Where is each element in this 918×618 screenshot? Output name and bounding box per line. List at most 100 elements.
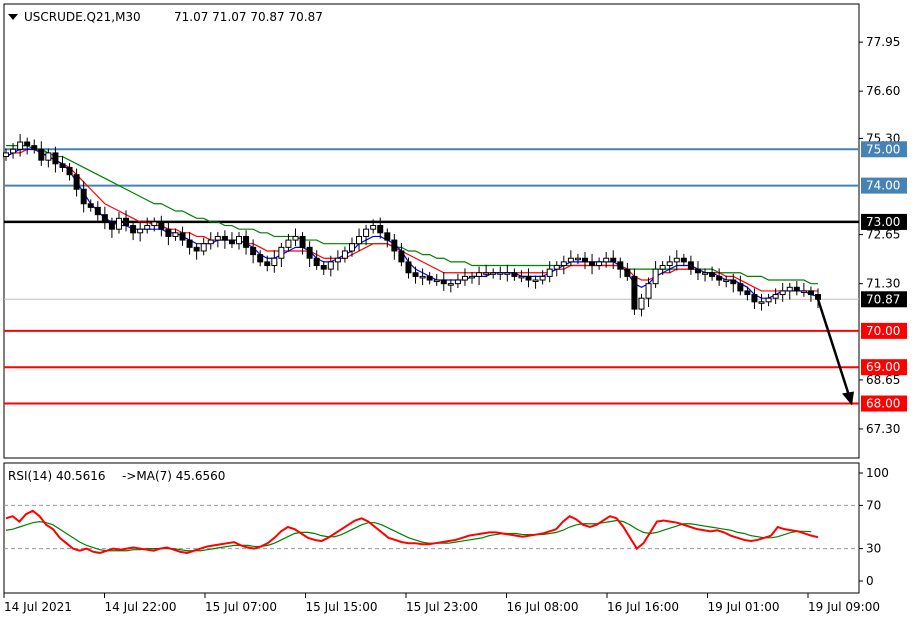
candle-body: [779, 290, 786, 296]
price-tick-label: 76.60: [866, 84, 900, 98]
candle-body: [560, 261, 567, 267]
candle-body: [610, 257, 617, 263]
candle-body: [377, 225, 384, 234]
current-price-text: 70.87: [866, 292, 900, 306]
candle-body: [659, 265, 666, 270]
level-label-text: 70.00: [866, 324, 900, 338]
rsi-tick-label: 30: [866, 542, 881, 556]
time-tick-label: 19 Jul 09:00: [808, 600, 880, 614]
candle-body: [645, 283, 652, 299]
candle-body: [186, 239, 193, 248]
candle-body: [680, 257, 687, 263]
candle-body: [384, 232, 391, 241]
candle-body: [115, 217, 122, 230]
candle-body: [504, 272, 511, 275]
candle-body: [10, 148, 17, 154]
candle-body: [3, 152, 9, 158]
price-axis: 77.9576.6075.3072.6571.3068.6567.30: [859, 35, 900, 436]
candle-body: [539, 275, 546, 281]
candle-body: [172, 232, 179, 237]
candle-body: [101, 214, 108, 223]
candle-body: [52, 152, 59, 165]
candle-body: [59, 163, 66, 168]
candle-body: [419, 275, 426, 279]
candle-body: [807, 290, 814, 296]
candle-body: [264, 261, 271, 267]
candle-body: [137, 228, 144, 234]
candle-body: [179, 232, 186, 241]
candle-body: [73, 174, 80, 190]
candle-body: [80, 188, 87, 205]
candle-body: [151, 221, 158, 227]
rsi-label: RSI(14) 40.5616: [8, 469, 106, 483]
candle-body: [228, 239, 235, 245]
candle-body: [709, 272, 716, 277]
candle-body: [624, 268, 631, 277]
time-tick-label: 19 Jul 01:00: [708, 600, 780, 614]
candle-body: [652, 268, 659, 285]
ohlc-values: 71.07 71.07 70.87 70.87: [174, 10, 323, 24]
rsi-tick-label: 100: [866, 466, 889, 480]
level-label-text: 73.00: [866, 215, 900, 229]
candle-body: [631, 275, 638, 310]
candle-body: [532, 279, 539, 283]
candle-body: [66, 166, 73, 176]
candle-body: [737, 283, 744, 292]
rsi-axis: 100 70 30 0: [859, 466, 889, 588]
symbol-label: USCRUDE.Q21,M30: [24, 10, 141, 24]
candle-body: [327, 261, 334, 270]
candle-body: [772, 294, 779, 299]
time-tick-label: 15 Jul 23:00: [406, 600, 478, 614]
level-label-text: 69.00: [866, 360, 900, 374]
candle-body: [370, 225, 377, 230]
candle-body: [334, 257, 341, 263]
candle-body: [511, 272, 518, 277]
candle-body: [257, 254, 264, 263]
candle-body: [313, 257, 320, 267]
chart-canvas: 77.9576.6075.3072.6571.3068.6567.30 75.0…: [3, 3, 907, 614]
candle-body: [454, 279, 461, 285]
candle-body: [17, 141, 24, 150]
candle-body: [412, 272, 419, 277]
candle-body: [243, 235, 250, 248]
candle-body: [165, 228, 172, 237]
candle-body: [341, 250, 348, 259]
candle-body: [815, 294, 821, 300]
candle-body: [581, 257, 588, 263]
candle-body: [525, 275, 532, 281]
candle-body: [356, 235, 363, 245]
candle-body: [292, 235, 299, 241]
candle-body: [617, 261, 624, 270]
candle-body: [363, 228, 370, 237]
candle-body: [574, 257, 581, 261]
candle-body: [214, 235, 221, 241]
time-tick-label: 15 Jul 07:00: [205, 600, 277, 614]
candle-body: [193, 246, 200, 252]
candle-body: [518, 275, 525, 279]
candle-body: [207, 239, 214, 245]
candle-body: [765, 297, 772, 303]
candle-body: [497, 272, 504, 275]
candle-body: [398, 250, 405, 263]
candle-body: [405, 261, 412, 274]
level-label-text: 68.00: [866, 397, 900, 411]
candle-body: [567, 257, 574, 263]
candle-body: [144, 225, 151, 230]
candle-body: [221, 235, 228, 241]
time-tick-label: 14 Jul 22:00: [105, 600, 177, 614]
candle-body: [31, 145, 38, 150]
candle-body: [123, 217, 130, 227]
candle-body: [490, 272, 497, 275]
candle-body: [426, 275, 433, 281]
time-tick-label: 16 Jul 16:00: [607, 600, 679, 614]
candle-body: [299, 235, 306, 248]
candle-body: [751, 294, 758, 303]
candle-body: [589, 261, 596, 267]
chart-root: 77.95 76.60 75.30 72.65 71.30 68.65 67.30 75.0…: [0, 0, 918, 618]
price-tick-label: 67.30: [866, 422, 900, 436]
price-tick-label: 71.30: [866, 277, 900, 291]
candle-body: [483, 272, 490, 275]
candle-body: [306, 246, 313, 259]
candle-body: [285, 239, 292, 248]
time-tick-label: 15 Jul 15:00: [306, 600, 378, 614]
